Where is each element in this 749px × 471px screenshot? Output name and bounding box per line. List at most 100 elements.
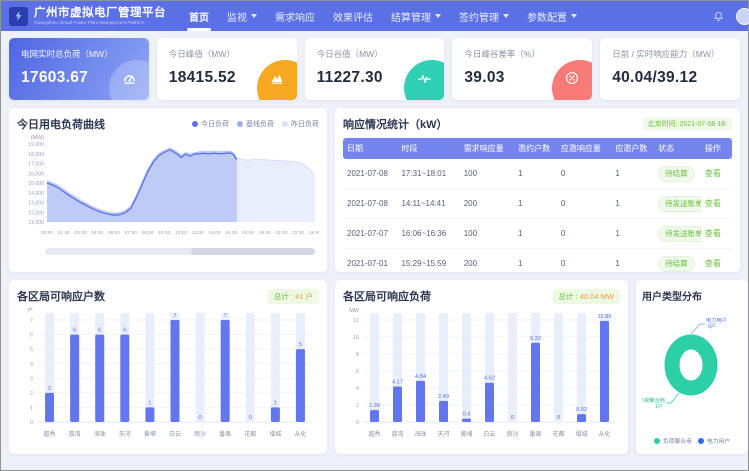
nav-item-demand-response[interactable]: 需求响应 — [266, 1, 324, 31]
table-cell: 100 — [460, 219, 514, 249]
district-load-title: 各区局可响应负荷 — [343, 288, 431, 304]
kpi-card-row: 电网实时总负荷（MW）17603.67今日峰值（MW）18415.52今日谷值（… — [9, 38, 740, 100]
status-badge: 待发送账单 — [658, 196, 701, 212]
svg-text:1: 1 — [30, 405, 33, 411]
avatar[interactable] — [736, 8, 749, 25]
legend-item[interactable]: 昨日负荷 — [282, 119, 319, 129]
bar — [600, 321, 609, 422]
district-users-title: 各区局可响应户数 — [17, 288, 105, 304]
bar — [70, 335, 79, 422]
view-link[interactable]: 查看 — [705, 229, 721, 238]
view-link[interactable]: 查看 — [705, 199, 721, 208]
district-users-total-badge: 总计 : 41 户 — [268, 289, 319, 304]
bar-value-label: 0 — [557, 415, 560, 421]
kpi-card-response-capacity: 日前 / 实时响应能力（MW） 40.04/39.12 — [600, 38, 740, 100]
svg-text:16:30: 16:30 — [225, 230, 237, 236]
bar-category-label: 黄埔 — [144, 430, 156, 438]
bar — [439, 401, 448, 422]
total-value: 41 户 — [295, 292, 313, 301]
legend-item[interactable]: 基线负荷 — [237, 119, 274, 129]
kpi-title: 今日峰值（MW） — [169, 48, 285, 60]
bar-category-label: 荔湾 — [69, 430, 81, 438]
bar — [462, 419, 471, 422]
chart-zoom-handle[interactable] — [191, 248, 315, 255]
bar-value-label: 6 — [98, 328, 101, 334]
svg-text:04:30: 04:30 — [91, 230, 103, 236]
legend-item[interactable]: 负荷聚合商 — [654, 436, 692, 445]
svg-text:3: 3 — [30, 376, 33, 382]
bell-icon[interactable] — [713, 11, 724, 22]
svg-text:11,000: 11,000 — [29, 220, 45, 226]
svg-text:03:00: 03:00 — [74, 230, 86, 236]
main-nav: 首页监视需求响应效果评估结算管理签约管理参数配置 — [180, 1, 586, 31]
district-load-total-badge: 总计 : 40.04 MW — [553, 289, 620, 304]
bar-value-label: 5 — [299, 342, 302, 348]
kpi-title: 日前 / 实时响应能力（MW） — [612, 48, 728, 60]
bar — [416, 381, 425, 422]
table-cell: 1 — [514, 219, 557, 249]
table-col-header: 邀约户数 — [514, 138, 557, 159]
svg-text:(MW): (MW) — [31, 135, 44, 141]
response-table-title: 响应情况统计（kW） — [343, 116, 448, 132]
nav-item-contract[interactable]: 签约管理 — [450, 1, 518, 31]
table-cell: 0 — [557, 159, 611, 189]
svg-text:15:00: 15:00 — [208, 230, 220, 236]
gauge-icon — [109, 60, 149, 100]
bar-value-label: 4.17 — [392, 380, 403, 386]
donut-ring — [672, 342, 710, 388]
bar-background-band — [462, 313, 471, 422]
kpi-card-today-peak: 今日峰值（MW）18415.52 — [157, 38, 297, 100]
table-col-header: 应邀响应量 — [557, 138, 611, 159]
bar-category-label: 从化 — [598, 430, 610, 438]
view-link[interactable]: 查看 — [705, 169, 721, 178]
legend-item[interactable]: 今日负荷 — [192, 119, 229, 129]
table-cell: 1 — [514, 159, 557, 189]
nav-item-monitoring[interactable]: 监视 — [218, 1, 266, 31]
bar-category-label: 天河 — [119, 430, 131, 438]
bar-value-label: 11.89 — [597, 314, 611, 320]
bar-value-label: 0 — [198, 415, 201, 421]
app-logo-icon — [9, 7, 28, 26]
bar-background-band — [508, 313, 517, 422]
nav-item-effect-evaluation[interactable]: 效果评估 — [324, 1, 382, 31]
legend-label: 基线负荷 — [246, 119, 274, 129]
svg-text:15,000: 15,000 — [28, 181, 44, 187]
table-cell-status: 待结算 — [654, 249, 701, 273]
bar — [393, 387, 402, 422]
user-type-donut-chart: 电力用户0户负荷聚合商1户 — [642, 303, 740, 429]
table-col-header: 时段 — [397, 138, 459, 159]
nav-item-label: 首页 — [189, 9, 209, 24]
nav-item-settlement[interactable]: 结算管理 — [382, 1, 450, 31]
chevron-down-icon — [435, 14, 441, 18]
response-stats-panel: 响应情况统计（kW） 北京时间: 2021-07-08 18: 日期时段需求响应… — [335, 108, 740, 272]
svg-text:MW: MW — [349, 308, 360, 314]
total-label: 总计 : — [274, 292, 293, 301]
svg-text:18,000: 18,000 — [28, 152, 44, 158]
bar-value-label: 2 — [48, 386, 51, 392]
view-link[interactable]: 查看 — [705, 259, 721, 268]
svg-text:7: 7 — [30, 318, 33, 324]
table-cell: 0 — [557, 189, 611, 219]
legend-label: 负荷聚合商 — [663, 436, 692, 445]
donut-callout-count: 1户 — [655, 402, 663, 410]
load-curve-panel: 今日用电负荷曲线 今日负荷基线负荷昨日负荷 (MW)11,00012,00013… — [9, 108, 327, 272]
nav-item-home[interactable]: 首页 — [180, 1, 218, 31]
svg-text:18:00: 18:00 — [242, 230, 254, 236]
load-curve-title: 今日用电负荷曲线 — [17, 116, 105, 132]
bar — [485, 383, 494, 422]
svg-text:5: 5 — [30, 347, 33, 353]
bar-background-band — [246, 313, 255, 422]
load-curve-legend: 今日负荷 基线负荷昨日负荷 — [192, 119, 319, 129]
status-badge: 待结算 — [658, 166, 695, 182]
nav-item-parameters[interactable]: 参数配置 — [518, 1, 586, 31]
bar-value-label: 9.32 — [530, 336, 541, 342]
svg-text:07:30: 07:30 — [125, 230, 137, 236]
kpi-title: 今日谷值（MW） — [317, 48, 433, 60]
bar — [271, 407, 280, 422]
kpi-value: 40.04/39.12 — [612, 69, 728, 87]
table-cell-status: 待发送账单 — [654, 189, 701, 219]
chart-zoom-scrollbar[interactable] — [45, 248, 315, 255]
header-right — [713, 8, 740, 25]
kpi-title: 电网实时总负荷（MW） — [21, 48, 137, 60]
legend-item[interactable]: 电力用户 — [698, 436, 730, 445]
